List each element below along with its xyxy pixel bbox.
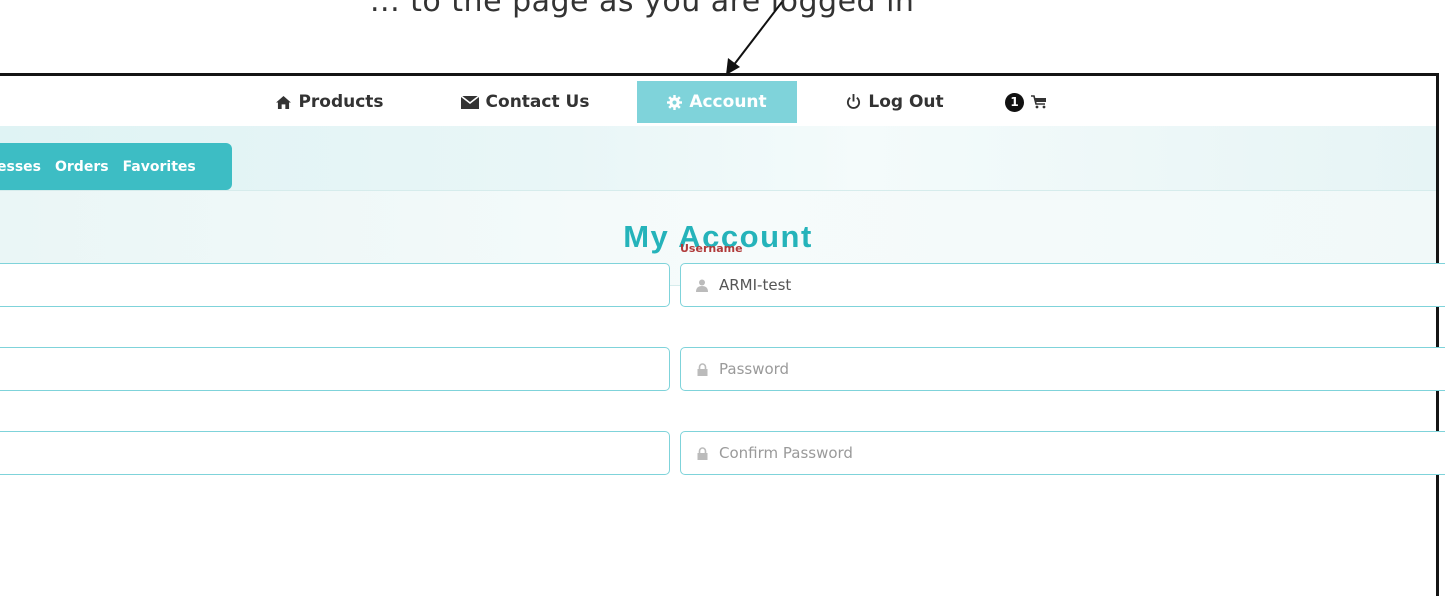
nav-account-label: Account [689,92,767,112]
user-icon [681,279,719,292]
confirm-password-placeholder: Confirm Password [719,444,853,462]
password-placeholder: Password [719,360,790,378]
username-label: Username [680,242,743,255]
confirm-password-field[interactable]: Confirm Password [680,431,1445,475]
nav-cart[interactable]: 1 [1005,81,1075,123]
nav-products-label: Products [298,92,384,112]
annotation-arrow-icon [726,1,783,75]
password-field[interactable]: Password [680,347,1445,391]
cart-icon [1031,95,1047,109]
username-field[interactable]: ARMI-test [680,263,1445,307]
account-subnav: esses Orders Favorites [0,126,1436,190]
envelope-icon [460,95,479,109]
tab-addresses[interactable]: esses [0,159,48,175]
nav-log-out[interactable]: Log Out [835,81,955,123]
nav-logout-label: Log Out [868,92,944,112]
browser-frame: Products Contact Us Account Log Out 1 es… [0,73,1439,596]
account-tabs: esses Orders Favorites [0,143,232,190]
home-icon [276,95,292,109]
top-navigation: Products Contact Us Account Log Out 1 [0,76,1436,126]
tab-favorites[interactable]: Favorites [116,159,203,175]
left-field-3[interactable] [0,431,670,475]
lock-icon [681,446,719,460]
tab-orders[interactable]: Orders [48,159,116,175]
nav-products[interactable]: Products [270,81,390,123]
nav-contact-label: Contact Us [485,92,590,112]
username-value: ARMI-test [719,276,792,294]
left-field-1[interactable] [0,263,670,307]
cart-count-badge: 1 [1005,92,1024,112]
nav-account[interactable]: Account [637,81,797,123]
left-field-2[interactable] [0,347,670,391]
lock-icon [681,362,719,376]
gear-icon [667,94,683,110]
power-icon [846,94,861,110]
nav-contact-us[interactable]: Contact Us [455,81,595,123]
